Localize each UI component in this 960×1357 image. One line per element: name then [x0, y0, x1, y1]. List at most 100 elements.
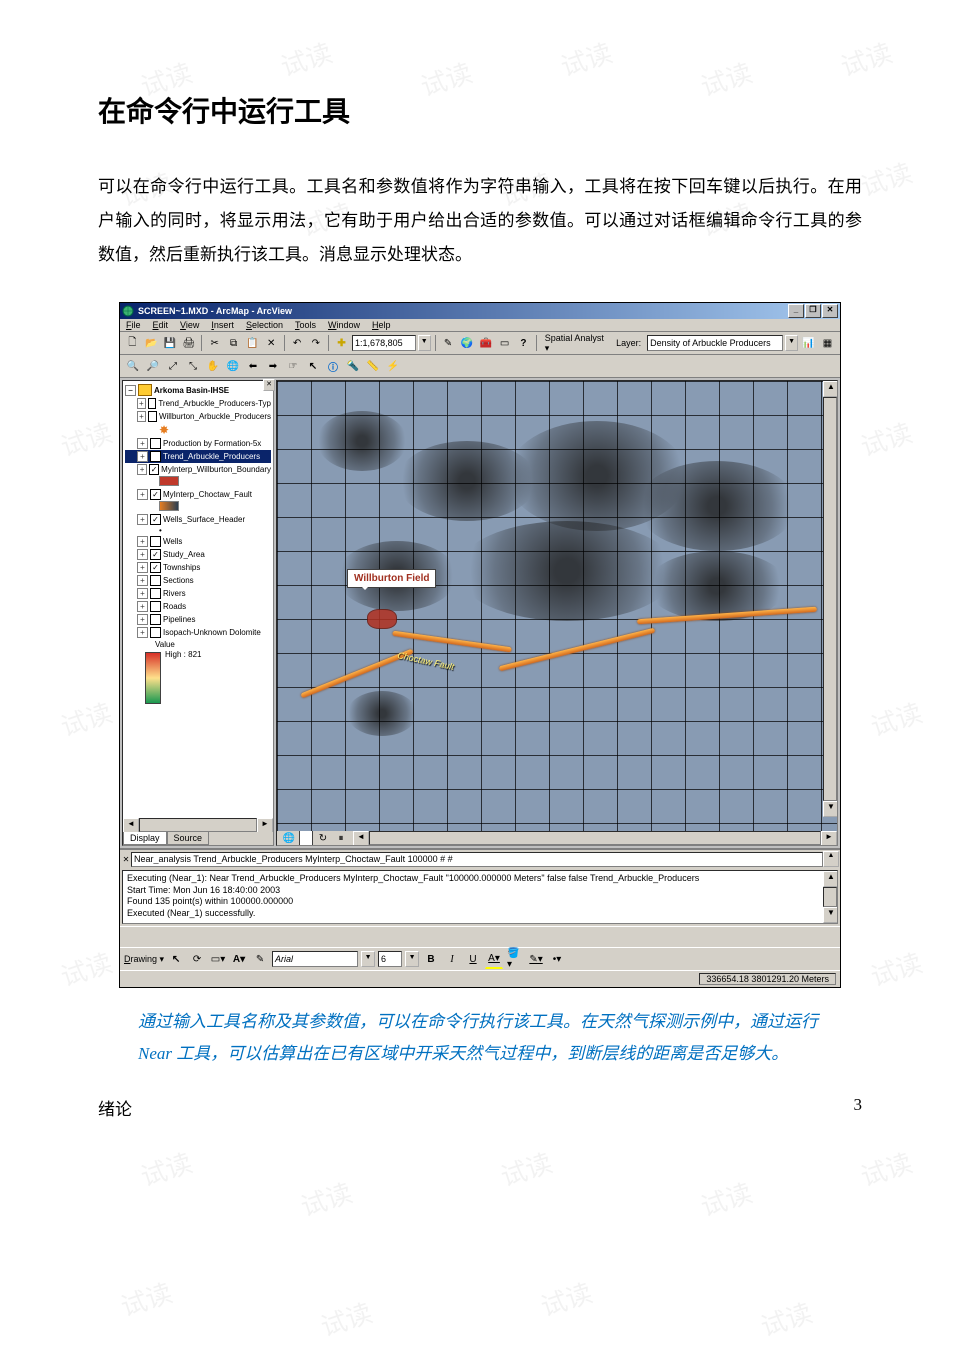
layer-checkbox[interactable] — [150, 627, 161, 638]
map-hscrollbar[interactable] — [369, 831, 821, 845]
toc-layer-item[interactable]: +✓MyInterp_Choctaw_Fault — [125, 488, 271, 501]
toc-layer-item[interactable]: +Trend_Arbuckle_Producers — [125, 450, 271, 463]
menu-view[interactable]: View — [180, 320, 199, 330]
layer-checkbox[interactable] — [148, 411, 157, 422]
data-view-icon[interactable]: 🌐 — [281, 831, 297, 845]
italic-icon[interactable]: I — [443, 950, 461, 968]
font-size-dropdown-icon[interactable]: ▼ — [405, 951, 419, 967]
toc-layer-item[interactable]: +Trend_Arbuckle_Producers-Typ — [125, 397, 271, 410]
expand-icon[interactable]: + — [137, 514, 148, 525]
toc-layer-item[interactable]: +Roads — [125, 600, 271, 613]
undo-icon[interactable]: ↶ — [289, 334, 306, 352]
editor-icon[interactable]: ✎ — [440, 334, 457, 352]
toc-layer-item[interactable]: +Isopach-Unknown Dolomite — [125, 626, 271, 639]
pan-icon[interactable]: ✋ — [204, 357, 222, 375]
underline-icon[interactable]: U — [464, 950, 482, 968]
map-canvas[interactable]: Willburton Field Choctaw Fault ▲▼ — [277, 381, 837, 831]
toc-layer-item[interactable]: +Sections — [125, 574, 271, 587]
text-tool-icon[interactable]: A▾ — [230, 950, 248, 968]
layer-selector[interactable]: Density of Arbuckle Producers — [647, 335, 783, 351]
layer-checkbox[interactable] — [150, 575, 161, 586]
pause-icon[interactable]: ⏸ — [333, 831, 349, 845]
layout-view-icon[interactable] — [299, 830, 313, 846]
fixed-zoom-in-icon[interactable]: ⤢ — [164, 357, 182, 375]
edit-vertices-icon[interactable]: ✎ — [251, 950, 269, 968]
measure-icon[interactable]: 📏 — [364, 357, 382, 375]
map-hscroll-right-icon[interactable]: ► — [821, 831, 837, 846]
toc-tab-display[interactable]: Display — [123, 832, 167, 845]
expand-icon[interactable]: + — [137, 588, 148, 599]
font-selector[interactable]: Arial — [272, 951, 358, 967]
delete-icon[interactable]: ✕ — [263, 334, 280, 352]
font-color-icon[interactable]: A▾ — [485, 950, 503, 969]
toc-layer-item[interactable]: +✓MyInterp_Willburton_Boundary — [125, 463, 271, 476]
hyperlink-icon[interactable]: ⚡ — [384, 357, 402, 375]
map-hscroll-left-icon[interactable]: ◄ — [353, 831, 369, 846]
layer-dropdown-icon[interactable]: ▼ — [785, 335, 798, 351]
command-input[interactable] — [131, 852, 823, 867]
shape-dropdown-icon[interactable]: ▭▾ — [209, 950, 227, 968]
menu-help[interactable]: Help — [372, 320, 391, 330]
expand-icon[interactable]: + — [137, 489, 148, 500]
toc-layer-item[interactable]: +Pipelines — [125, 613, 271, 626]
command-close-icon[interactable]: ✕ — [121, 855, 131, 864]
fill-color-icon[interactable]: 🪣▾ — [506, 950, 524, 968]
redo-icon[interactable]: ↷ — [307, 334, 324, 352]
log-vscrollbar[interactable]: ▲▼ — [823, 871, 837, 923]
marker-color-icon[interactable]: •▾ — [548, 950, 566, 968]
expand-icon[interactable]: + — [137, 438, 148, 449]
layer-checkbox[interactable]: ✓ — [150, 514, 161, 525]
layer-checkbox[interactable]: ✓ — [150, 489, 161, 500]
prev-extent-icon[interactable]: ⬅ — [244, 357, 262, 375]
select-features-icon[interactable]: ☞ — [284, 357, 302, 375]
fixed-zoom-out-icon[interactable]: ⤡ — [184, 357, 202, 375]
zoom-in-icon[interactable]: 🔍 — [124, 357, 142, 375]
new-icon[interactable]: 🗋 — [124, 334, 141, 352]
expand-icon[interactable]: + — [137, 464, 147, 475]
toc-close-icon[interactable]: ✕ — [263, 379, 275, 391]
layer-checkbox[interactable] — [150, 601, 161, 612]
layer-checkbox[interactable] — [150, 451, 161, 462]
layer-checkbox[interactable]: ✓ — [149, 464, 159, 475]
scale-box[interactable]: 1:1,678,805 — [352, 335, 416, 351]
expand-icon[interactable]: + — [137, 451, 148, 462]
open-icon[interactable]: 📂 — [143, 334, 160, 352]
collapse-icon[interactable]: − — [125, 385, 136, 396]
save-icon[interactable]: 💾 — [162, 334, 179, 352]
expand-icon[interactable]: + — [137, 549, 148, 560]
raster-icon[interactable]: ▦ — [819, 334, 836, 352]
next-extent-icon[interactable]: ➡ — [264, 357, 282, 375]
drawing-menu[interactable]: Drawing ▾ — [124, 954, 164, 965]
expand-icon[interactable]: + — [137, 575, 148, 586]
refresh-icon[interactable]: ↻ — [315, 831, 331, 845]
catalog-icon[interactable]: 🌍 — [459, 334, 476, 352]
maximize-button[interactable]: ❐ — [805, 304, 821, 318]
layer-checkbox[interactable]: ✓ — [150, 549, 161, 560]
expand-icon[interactable]: + — [137, 562, 148, 573]
layer-checkbox[interactable] — [150, 536, 161, 547]
expand-icon[interactable]: + — [137, 411, 146, 422]
font-dropdown-icon[interactable]: ▼ — [361, 951, 375, 967]
toc-tab-source[interactable]: Source — [167, 832, 210, 845]
layer-checkbox[interactable]: ✓ — [150, 562, 161, 573]
expand-icon[interactable]: + — [137, 536, 148, 547]
toc-layer-item[interactable]: +✓Study_Area — [125, 548, 271, 561]
add-data-icon[interactable]: ✚ — [333, 334, 350, 352]
bold-icon[interactable]: B — [422, 950, 440, 968]
expand-icon[interactable]: + — [137, 398, 146, 409]
toolbox-icon[interactable]: 🧰 — [477, 334, 494, 352]
rotate-icon[interactable]: ⟳ — [188, 950, 206, 968]
menu-file[interactable]: File — [126, 320, 141, 330]
menu-insert[interactable]: Insert — [211, 320, 234, 330]
menu-tools[interactable]: Tools — [295, 320, 316, 330]
extension-dropdown[interactable]: Spatial Analyst ▾ — [541, 333, 610, 354]
layer-checkbox[interactable] — [148, 398, 157, 409]
expand-icon[interactable]: + — [137, 614, 148, 625]
toc-layer-item[interactable]: +✓Townships — [125, 561, 271, 574]
command-spin-up-icon[interactable]: ▲ — [823, 851, 839, 867]
copy-icon[interactable]: ⧉ — [225, 334, 242, 352]
layer-checkbox[interactable] — [150, 588, 161, 599]
toc-layer-item[interactable]: +Rivers — [125, 587, 271, 600]
command-icon[interactable]: ▭ — [496, 334, 513, 352]
full-extent-icon[interactable]: 🌐 — [224, 357, 242, 375]
